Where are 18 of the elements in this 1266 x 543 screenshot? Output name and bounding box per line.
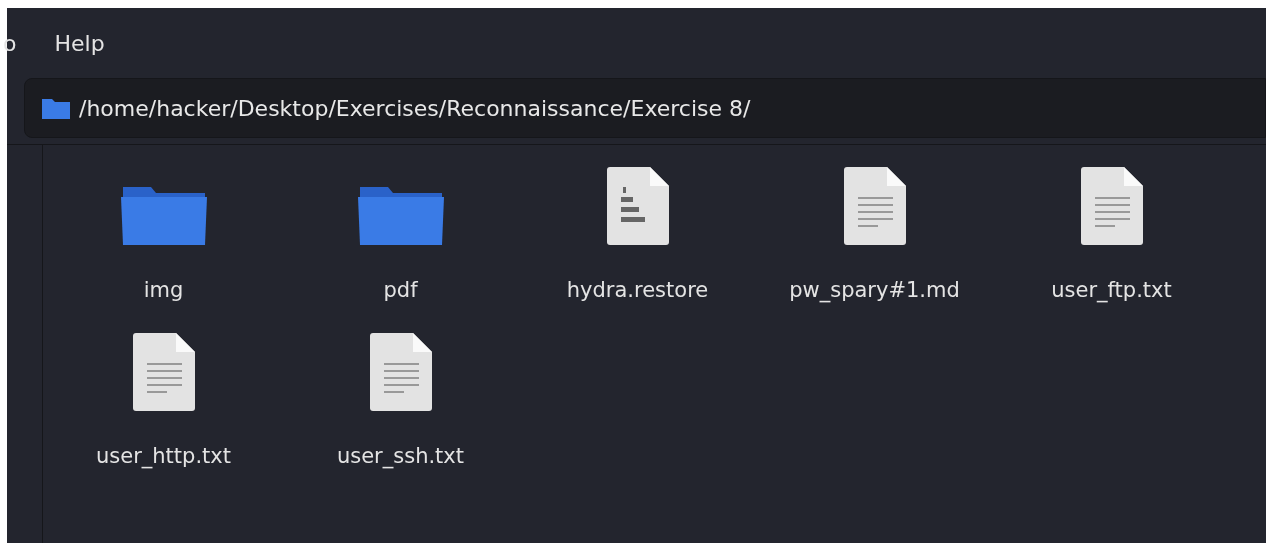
text-file-icon <box>843 167 906 245</box>
binary-file-icon <box>606 167 669 245</box>
file-name[interactable]: hydra.restore <box>566 275 709 307</box>
folder-icon <box>120 185 207 245</box>
file-name[interactable]: user_http.txt <box>96 441 231 473</box>
file-name[interactable]: pdf <box>383 275 418 307</box>
file-name[interactable]: user_ssh.txt <box>336 441 465 473</box>
menu-item[interactable]: Help <box>54 26 105 60</box>
text-file-icon <box>369 333 432 411</box>
file-name[interactable]: pw_spary#1.md <box>789 275 960 307</box>
text-file-icon <box>132 333 195 411</box>
text-file-icon <box>1080 167 1143 245</box>
location-bar[interactable]: /home/hacker/Desktop/Exercises/Reconnaissance/Exercise 8/ <box>24 78 1266 138</box>
file-name[interactable]: img <box>143 275 184 307</box>
folder-icon <box>41 96 71 120</box>
folder-icon <box>357 185 444 245</box>
path-text: /home/hacker/Desktop/Exercises/Reconnaissance/Exercise 8/ <box>79 94 751 123</box>
file-name[interactable]: user_ftp.txt <box>1051 275 1172 307</box>
